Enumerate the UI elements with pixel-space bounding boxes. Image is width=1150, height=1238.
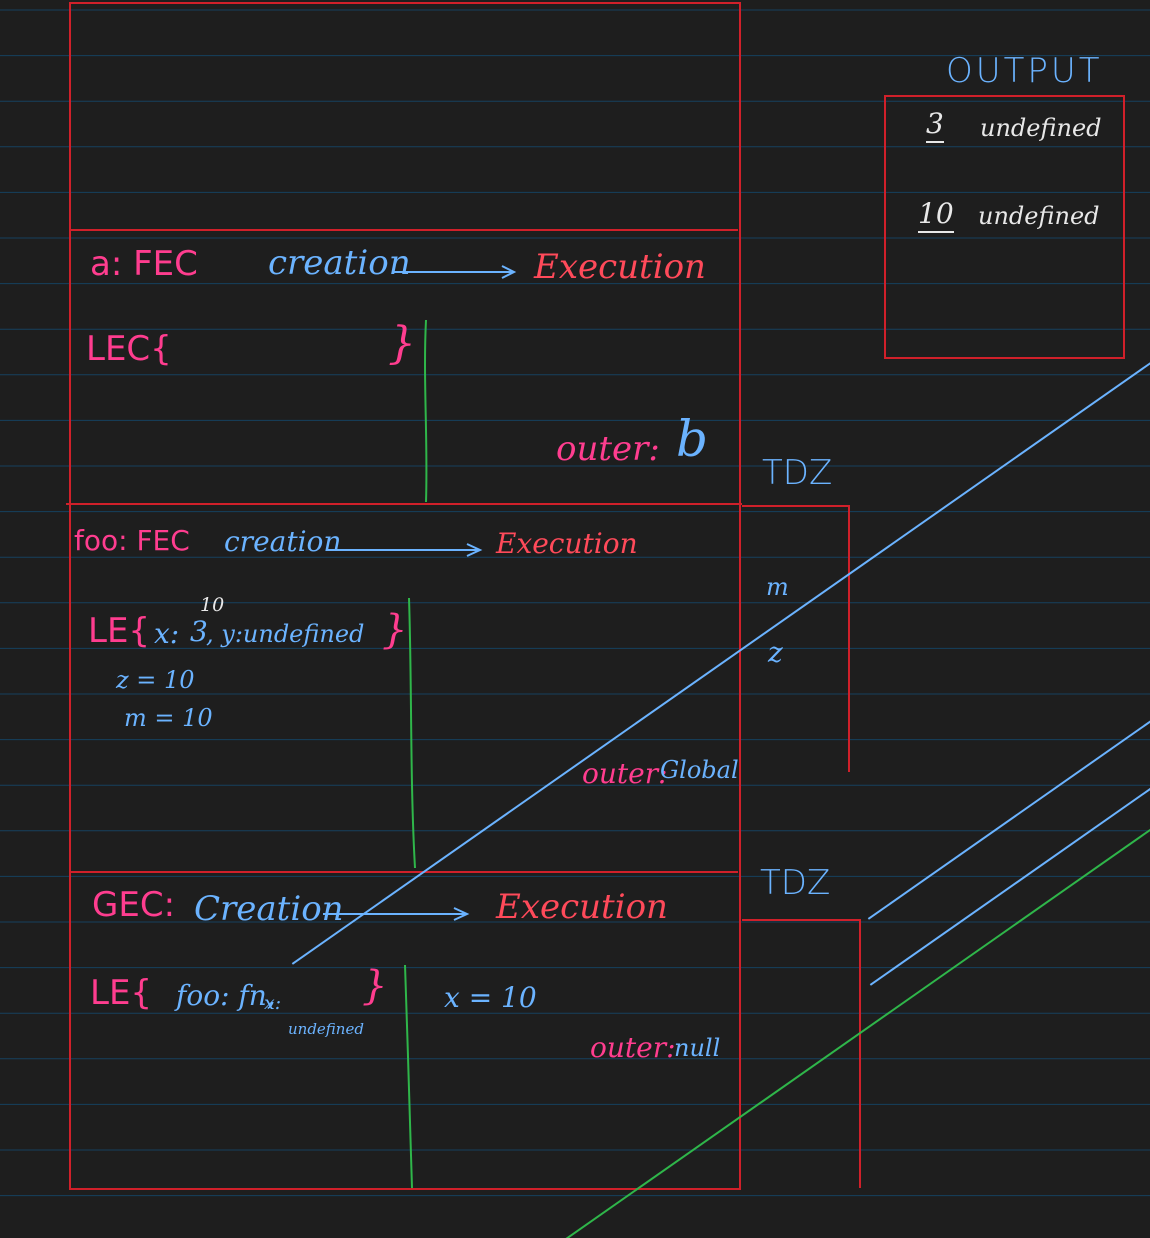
gec-x-assign: x = 10 [444, 981, 537, 1014]
foo-fec-y-entry: , y:undefined [206, 620, 365, 648]
foo-fec-execution: Execution [496, 527, 638, 560]
foo-fec-m-assign: m = 10 [124, 704, 213, 732]
separator-gec [404, 964, 413, 1189]
tdz-label-bottom: TDZ [760, 863, 831, 903]
a-fec-label: a: FEC [90, 244, 198, 284]
output-line2-number: 10 [918, 197, 954, 233]
foo-fec-outer-label: outer: [582, 757, 668, 790]
gec-creation: Creation [194, 889, 344, 929]
foo-fec-x-new-value: 10 [200, 594, 225, 616]
gec-env-close: } [362, 963, 388, 1009]
arrow-a-fec [394, 265, 517, 279]
foo-fec-outer-value: Global [660, 756, 739, 784]
output-title: OUTPUT [946, 51, 1103, 91]
gec-label: GEC: [92, 885, 176, 925]
output-line2-value: undefined [978, 202, 1100, 230]
foo-fec-z-assign: z = 10 [116, 666, 195, 694]
a-fec-execution: Execution [534, 247, 706, 287]
gec-execution: Execution [496, 887, 668, 927]
foo-fec-env-close: } [382, 607, 408, 653]
arrow-foo-fec [326, 543, 483, 557]
foo-fec-x-key: x: [154, 617, 180, 650]
output-line1-number: 3 [926, 107, 944, 143]
arrow-gec [323, 907, 470, 921]
call-stack-frame [69, 2, 741, 1190]
separator-a-fec [424, 319, 428, 503]
tdz-item-m: m [766, 575, 1150, 599]
tdz-item-z: z [768, 639, 1150, 667]
foo-fec-env-open: LE{ [88, 611, 151, 651]
a-fec-env-close: } [388, 318, 416, 369]
foo-fec-label: foo: FEC [74, 524, 190, 557]
foo-fec-creation: creation [224, 525, 342, 558]
tdz-bracket-bottom [742, 919, 861, 1188]
whiteboard-canvas: OUTPUT 3 undefined 10 undefined a: FEC c… [0, 0, 1150, 1238]
a-fec-creation: creation [268, 243, 411, 283]
gec-env-open: LE{ [90, 973, 153, 1013]
a-fec-outer-label: outer: [556, 429, 660, 469]
a-fec-outer-value: b [676, 410, 709, 468]
output-line1-value: undefined [980, 114, 1102, 142]
gec-outer-value: null [674, 1034, 721, 1062]
gec-outer-label: outer: [590, 1031, 676, 1064]
gec-x-key: x: [264, 992, 282, 1014]
a-fec-env-open: LEC{ [86, 329, 172, 369]
gec-foo-entry: foo: fn, [176, 979, 276, 1012]
tdz-label-top: TDZ [762, 453, 833, 493]
